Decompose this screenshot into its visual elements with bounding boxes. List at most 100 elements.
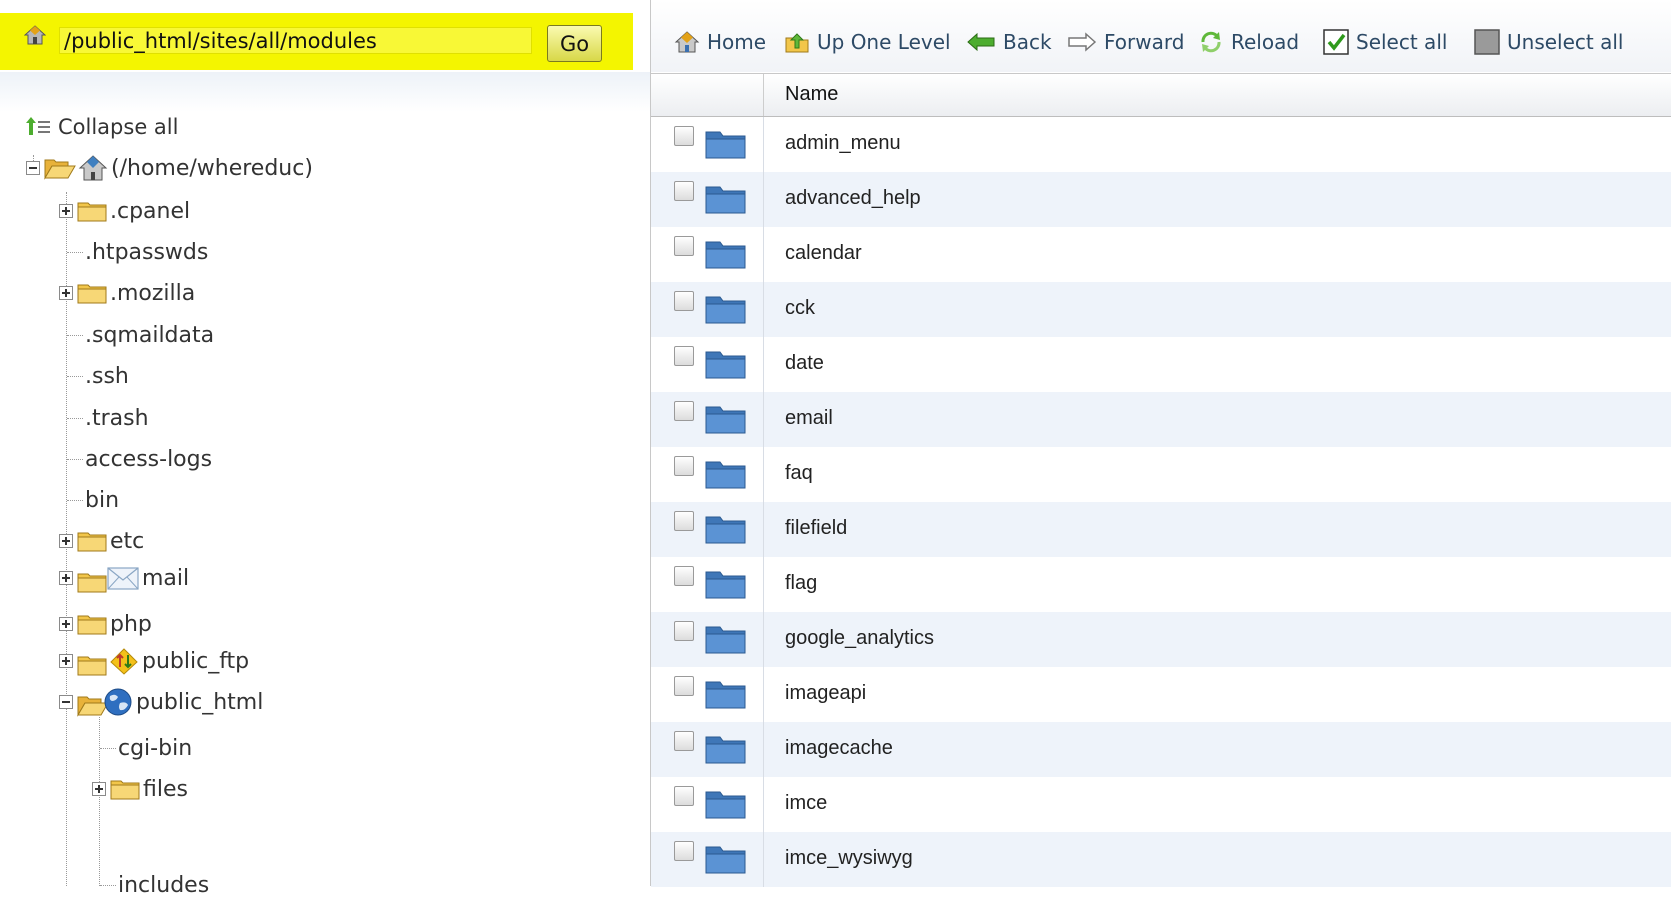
file-row[interactable]: faq — [651, 447, 1671, 502]
folder-icon — [77, 202, 107, 222]
tree-node-mail[interactable]: mail — [59, 562, 189, 594]
tree-node-public-html[interactable]: public_html — [59, 686, 263, 718]
file-row[interactable]: imce_wysiwyg — [651, 832, 1671, 887]
collapse-toggle-icon[interactable] — [59, 695, 73, 709]
tree-node-root[interactable]: (/home/whereduc) — [26, 152, 313, 184]
file-name[interactable]: imagecache — [785, 737, 893, 760]
select-all-button[interactable]: Select all — [1323, 24, 1447, 60]
tree-node-cpanel[interactable]: .cpanel — [59, 195, 190, 227]
file-name[interactable]: calendar — [785, 242, 862, 265]
expand-toggle-icon[interactable] — [59, 617, 73, 631]
file-name[interactable]: imce_wysiwyg — [785, 847, 913, 870]
tree-connector — [67, 251, 83, 253]
expand-toggle-icon[interactable] — [59, 204, 73, 218]
reload-button[interactable]: Reload — [1198, 24, 1299, 60]
row-checkbox[interactable] — [674, 566, 694, 586]
tree-node-mozilla[interactable]: .mozilla — [59, 277, 195, 309]
file-name[interactable]: google_analytics — [785, 627, 934, 650]
row-checkbox[interactable] — [674, 841, 694, 861]
file-row[interactable]: calendar — [651, 227, 1671, 282]
row-checkbox[interactable] — [674, 236, 694, 256]
file-row[interactable]: imce — [651, 777, 1671, 832]
file-name[interactable]: email — [785, 407, 833, 430]
name-column-header[interactable]: Name — [785, 83, 838, 106]
tree-node-public-ftp[interactable]: public_ftp — [59, 645, 249, 677]
folder-icon — [705, 626, 746, 654]
file-name[interactable]: imce — [785, 792, 827, 815]
row-checkbox[interactable] — [674, 676, 694, 696]
toolbar: Home Up One Level Back Forward Reload Se… — [651, 0, 1671, 72]
tree-node-files[interactable]: files — [92, 773, 188, 805]
file-name[interactable]: admin_menu — [785, 132, 901, 155]
collapse-all-button[interactable]: Collapse all — [26, 112, 178, 142]
file-name[interactable]: advanced_help — [785, 187, 921, 210]
file-row[interactable]: admin_menu — [651, 117, 1671, 172]
expand-toggle-icon[interactable] — [92, 782, 106, 796]
tree-node-php[interactable]: php — [59, 608, 152, 640]
file-name[interactable]: filefield — [785, 517, 847, 540]
row-checkbox[interactable] — [674, 401, 694, 421]
row-checkbox[interactable] — [674, 291, 694, 311]
tree-node-etc[interactable]: etc — [59, 525, 144, 557]
file-name[interactable]: faq — [785, 462, 813, 485]
row-checkbox[interactable] — [674, 181, 694, 201]
file-row[interactable]: flag — [651, 557, 1671, 612]
file-row[interactable]: cck — [651, 282, 1671, 337]
go-button[interactable]: Go — [547, 25, 602, 62]
folder-icon — [77, 656, 107, 676]
file-name[interactable]: cck — [785, 297, 815, 320]
tree-node-label: public_html — [136, 689, 264, 715]
row-checkbox[interactable] — [674, 786, 694, 806]
tree-node-cgi-bin[interactable]: cgi-bin — [100, 732, 192, 764]
file-row[interactable]: imageapi — [651, 667, 1671, 722]
expand-toggle-icon[interactable] — [59, 534, 73, 548]
tree-node-sqmaildata[interactable]: .sqmaildata — [67, 319, 214, 351]
row-checkbox[interactable] — [674, 511, 694, 531]
path-input[interactable] — [59, 27, 532, 54]
column-divider — [763, 282, 764, 337]
folder-icon — [705, 791, 746, 819]
row-checkbox[interactable] — [674, 126, 694, 146]
folder-icon — [705, 186, 746, 214]
file-name[interactable]: imageapi — [785, 682, 866, 705]
file-row[interactable]: google_analytics — [651, 612, 1671, 667]
back-button[interactable]: Back — [966, 24, 1052, 60]
file-row[interactable]: date — [651, 337, 1671, 392]
tree-node-label: .ssh — [85, 363, 129, 389]
tree-node-label: (/home/whereduc) — [111, 155, 313, 181]
file-row[interactable]: filefield — [651, 502, 1671, 557]
folder-tree: Collapse all (/home/whereduc) .cpanel .h… — [0, 72, 650, 898]
collapse-toggle-icon[interactable] — [26, 161, 40, 175]
column-divider — [763, 722, 764, 777]
home-button[interactable]: Home — [674, 24, 766, 60]
row-checkbox[interactable] — [674, 731, 694, 751]
tree-node-ssh[interactable]: .ssh — [67, 360, 129, 392]
tree-node-trash[interactable]: .trash — [67, 402, 149, 434]
file-name[interactable]: date — [785, 352, 824, 375]
row-checkbox[interactable] — [674, 346, 694, 366]
row-checkbox[interactable] — [674, 621, 694, 641]
file-row[interactable]: imagecache — [651, 722, 1671, 777]
expand-toggle-icon[interactable] — [59, 654, 73, 668]
file-row[interactable]: email — [651, 392, 1671, 447]
expand-toggle-icon[interactable] — [59, 571, 73, 585]
column-divider — [763, 667, 764, 722]
expand-toggle-icon[interactable] — [59, 286, 73, 300]
file-row[interactable]: advanced_help — [651, 172, 1671, 227]
folder-open-icon — [44, 159, 76, 180]
tree-node-bin[interactable]: bin — [67, 484, 119, 516]
up-one-level-button[interactable]: Up One Level — [784, 24, 951, 60]
row-checkbox[interactable] — [674, 456, 694, 476]
folder-icon — [705, 681, 746, 709]
file-name[interactable]: flag — [785, 572, 817, 595]
folder-icon — [705, 241, 746, 269]
forward-button[interactable]: Forward — [1067, 24, 1184, 60]
folder-icon — [705, 516, 746, 544]
unselect-all-button[interactable]: Unselect all — [1474, 24, 1623, 60]
tree-node-label: .mozilla — [110, 280, 196, 306]
column-divider — [763, 392, 764, 447]
tree-node-access-logs[interactable]: access-logs — [67, 443, 212, 475]
tree-node-includes[interactable]: includes — [100, 869, 209, 901]
tree-node-htpasswds[interactable]: .htpasswds — [67, 236, 208, 268]
column-divider[interactable] — [763, 74, 764, 116]
